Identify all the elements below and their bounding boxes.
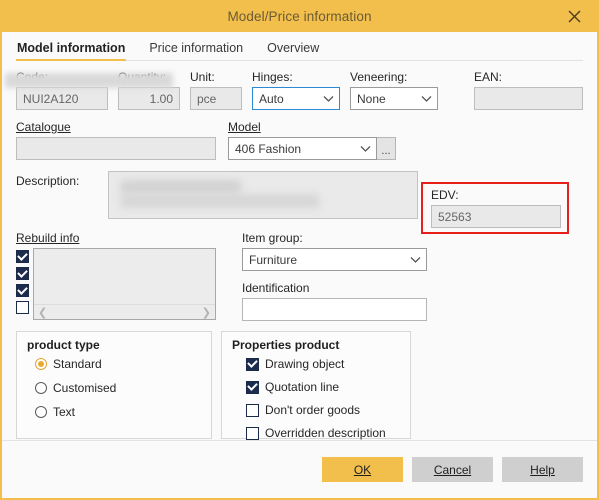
redacted-description-line-2: [121, 194, 319, 208]
unit-field-group: Unit: pce: [190, 70, 242, 110]
catalogue-field-group: Catalogue: [5, 73, 216, 160]
rebuild-itemgroup-row: Rebuild info ❮ ❯ Item group: Furniture I…: [16, 231, 583, 321]
dialog-footer: OK Cancel Help: [2, 440, 597, 498]
edv-field-group: EDV: 52563: [421, 182, 569, 234]
radio-text-indicator: [35, 406, 47, 418]
model-price-information-dialog: Model/Price information Model informatio…: [0, 0, 599, 500]
checkbox-quotation-line-indicator: [246, 380, 259, 394]
hinges-value: Auto: [259, 91, 284, 106]
checkbox-overridden-description-indicator: [246, 426, 259, 440]
chevron-down-icon: [319, 95, 337, 103]
description-label: Description:: [16, 174, 80, 188]
tab-bar: Model information Price information Over…: [2, 32, 597, 61]
checkbox-dont-order-goods-label: Don't order goods: [265, 403, 361, 417]
identification-input[interactable]: [242, 298, 427, 321]
hinges-field-group: Hinges: Auto: [252, 70, 340, 110]
item-group-label: Item group:: [242, 231, 303, 245]
properties-product-title: Properties product: [232, 338, 340, 352]
chevron-right-icon[interactable]: ❯: [202, 306, 211, 319]
catalogue-input[interactable]: [5, 73, 216, 160]
quantity-input[interactable]: 1.00: [118, 87, 180, 110]
title-bar: Model/Price information: [2, 0, 597, 32]
redacted-description-line-1: [121, 180, 241, 194]
radio-text-label: Text: [53, 405, 76, 419]
unit-label: Unit:: [190, 70, 215, 84]
ean-field-group: EAN:: [474, 70, 583, 110]
checkbox-dont-order-goods-indicator: [246, 403, 259, 417]
checkbox-dont-order-goods[interactable]: Don't order goods: [246, 403, 400, 417]
rebuild-horizontal-scrollbar[interactable]: ❮ ❯: [34, 304, 215, 319]
chevron-left-icon[interactable]: ❮: [38, 306, 47, 319]
product-type-group: product type Standard Customised Text: [16, 331, 212, 439]
veneering-select[interactable]: None: [350, 87, 438, 110]
cancel-button[interactable]: Cancel: [412, 457, 493, 482]
properties-product-group: Properties product Drawing object Quotat…: [221, 331, 411, 440]
chevron-down-icon: [356, 145, 374, 153]
code-input[interactable]: NUI2A120: [16, 87, 108, 110]
identification-label: Identification: [242, 281, 310, 295]
product-type-title: product type: [27, 338, 100, 352]
unit-input[interactable]: pce: [190, 87, 242, 110]
checkbox-overridden-description-label: Overridden description: [265, 426, 386, 440]
radio-standard[interactable]: Standard: [35, 357, 201, 371]
chevron-down-icon: [417, 95, 435, 103]
checkbox-drawing-object-label: Drawing object: [265, 357, 345, 371]
close-icon[interactable]: [555, 0, 593, 32]
window-title: Model/Price information: [227, 8, 372, 24]
hinges-select[interactable]: Auto: [252, 87, 340, 110]
model-select[interactable]: 406 Fashion: [228, 137, 377, 160]
ean-label: EAN:: [474, 70, 503, 84]
ok-button[interactable]: OK: [322, 457, 403, 482]
edv-label: EDV:: [431, 188, 459, 202]
model-field-group: Model 406 Fashion ...: [228, 120, 396, 160]
radio-customised[interactable]: Customised: [35, 381, 201, 395]
tab-model-information[interactable]: Model information: [16, 41, 136, 61]
model-value: 406 Fashion: [235, 141, 302, 156]
checkbox-quotation-line-label: Quotation line: [265, 380, 340, 394]
catalogue-model-row: Catalogue Model 406 Fashion ...: [5, 73, 583, 160]
item-group-value: Furniture: [249, 252, 298, 267]
chevron-down-icon: [406, 256, 424, 264]
hinges-label: Hinges:: [252, 70, 293, 84]
form-body: Code: NUI2A120 Quantity: 1.00 Unit: pce …: [2, 70, 597, 440]
rebuild-checkbox-4[interactable]: [16, 301, 29, 314]
tab-price-information[interactable]: Price information: [148, 41, 254, 61]
rebuild-info-group: Rebuild info ❮ ❯: [16, 231, 216, 321]
radio-text[interactable]: Text: [35, 405, 201, 419]
model-label: Model: [228, 120, 261, 134]
rebuild-info-list[interactable]: ❮ ❯: [33, 248, 216, 320]
checkbox-quotation-line[interactable]: Quotation line: [246, 380, 400, 394]
rebuild-checkbox-2[interactable]: [16, 267, 29, 280]
redacted-catalogue-value: [5, 73, 173, 88]
radio-customised-indicator: [35, 382, 47, 394]
model-browse-button[interactable]: ...: [377, 137, 396, 160]
rebuild-info-label: Rebuild info: [16, 231, 80, 245]
veneering-label: Veneering:: [350, 70, 408, 84]
option-groups-row: product type Standard Customised Text Pr…: [16, 331, 583, 440]
checkbox-overridden-description[interactable]: Overridden description: [246, 426, 400, 440]
checkbox-drawing-object-indicator: [246, 357, 259, 371]
radio-customised-label: Customised: [53, 381, 117, 395]
description-input[interactable]: [108, 171, 418, 219]
edv-input[interactable]: 52563: [431, 205, 561, 228]
help-button[interactable]: Help: [502, 457, 583, 482]
radio-standard-indicator: [35, 358, 47, 370]
catalogue-label: Catalogue: [16, 120, 71, 134]
rebuild-checkbox-column: [16, 248, 29, 320]
ean-input[interactable]: [474, 87, 583, 110]
checkbox-drawing-object[interactable]: Drawing object: [246, 357, 400, 371]
item-group-section: Item group: Furniture Identification: [242, 231, 427, 321]
item-group-select[interactable]: Furniture: [242, 248, 427, 271]
radio-standard-label: Standard: [53, 357, 102, 371]
rebuild-checkbox-1[interactable]: [16, 250, 29, 263]
rebuild-checkbox-3[interactable]: [16, 284, 29, 297]
tab-overview[interactable]: Overview: [266, 41, 330, 61]
veneering-value: None: [357, 91, 386, 106]
veneering-field-group: Veneering: None: [350, 70, 438, 110]
